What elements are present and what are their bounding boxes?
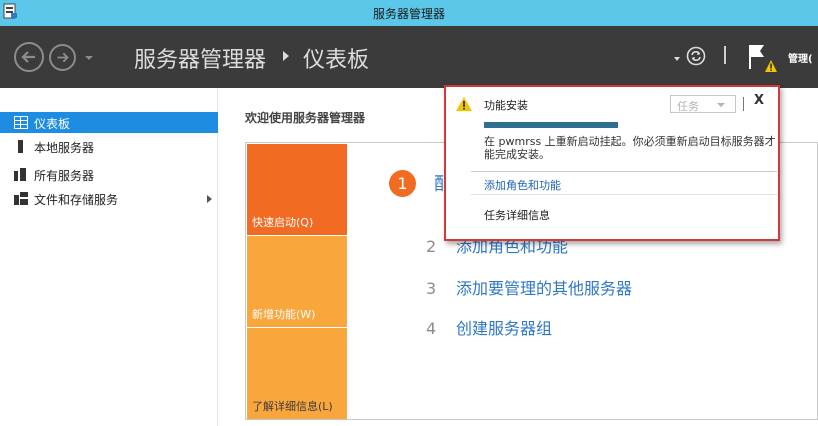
back-button[interactable] (14, 42, 44, 72)
add-roles-features-link[interactable]: 添加角色和功能 (484, 177, 561, 193)
warning-icon (456, 97, 472, 111)
local-server-icon (18, 140, 23, 153)
chevron-down-icon (717, 103, 725, 107)
step-1-number: 1 (389, 170, 416, 197)
close-button[interactable]: X (754, 93, 764, 108)
notification-flag-icon[interactable] (746, 42, 780, 74)
notification-title: 功能安装 (484, 99, 528, 112)
tile-whats-new[interactable]: 新增功能(W) (247, 236, 347, 327)
popup-separator (471, 171, 777, 172)
progress-fill (484, 122, 618, 128)
all-servers-icon (14, 168, 26, 181)
manage-menu[interactable]: 管理( (788, 50, 813, 65)
step-number: 2 (426, 237, 437, 256)
tile-label: 快速启动(Q) (252, 216, 314, 229)
step-4[interactable]: 4 创建服务器组 (426, 315, 552, 339)
sidebar-item-file-storage[interactable]: 文件和存储服务 (0, 188, 218, 209)
refresh-dropdown-icon[interactable] (674, 57, 680, 61)
tile-learn-more[interactable]: 了解详细信息(L) (247, 328, 347, 419)
sidebar-item-label: 所有服务器 (34, 169, 95, 183)
refresh-icon[interactable] (686, 46, 706, 66)
sidebar: 仪表板 本地服务器 所有服务器 文件和存储服务 (0, 88, 218, 426)
notification-message: 在 pwmrss 上重新启动挂起。你必须重新启动目标服务器才能完成安装。 (484, 135, 776, 161)
breadcrumb-app[interactable]: 服务器管理器 (134, 42, 266, 74)
sidebar-item-label: 文件和存储服务 (34, 193, 119, 207)
sidebar-item-local-server[interactable]: 本地服务器 (0, 136, 218, 157)
popup-separator (471, 194, 777, 195)
sidebar-item-all-servers[interactable]: 所有服务器 (0, 164, 218, 185)
step-number: 3 (426, 279, 437, 298)
dashboard-icon (14, 116, 28, 129)
task-dropdown[interactable]: 任务 (670, 95, 736, 113)
tile-quick-start[interactable]: 快速启动(Q) (247, 144, 347, 235)
popup-divider (743, 97, 744, 111)
task-dropdown-label: 任务 (677, 100, 699, 113)
notification-popup: 功能安装 任务 X 在 pwmrss 上重新启动挂起。你必须重新启动目标服务器才… (444, 85, 780, 241)
history-dropdown-icon[interactable] (85, 56, 93, 60)
title-bar: 服务器管理器 (0, 0, 818, 26)
step-link[interactable]: 添加要管理的其他服务器 (456, 279, 632, 298)
breadcrumb-page: 仪表板 (303, 48, 370, 73)
sidebar-item-label: 仪表板 (34, 117, 71, 131)
arrow-right-icon (57, 52, 69, 63)
sidebar-item-label: 本地服务器 (34, 141, 95, 155)
welcome-title: 欢迎使用服务器管理器 (245, 111, 366, 125)
forward-button[interactable] (49, 44, 76, 71)
task-details-link[interactable]: 任务详细信息 (484, 207, 550, 223)
header-bar: 服务器管理器 仪表板 管理( (0, 26, 818, 88)
arrow-left-icon (21, 51, 35, 63)
file-storage-icon (14, 192, 28, 205)
tile-label: 了解详细信息(L) (252, 400, 333, 413)
header-divider (724, 46, 726, 64)
sidebar-item-dashboard[interactable]: 仪表板 (0, 112, 218, 133)
window-title: 服务器管理器 (372, 7, 445, 21)
install-progress-bar (484, 122, 618, 128)
chevron-right-icon (207, 195, 212, 203)
step-number: 4 (426, 319, 437, 338)
step-3[interactable]: 3 添加要管理的其他服务器 (426, 275, 632, 299)
step-link[interactable]: 创建服务器组 (456, 319, 552, 338)
breadcrumb-separator-icon (283, 51, 289, 61)
tile-label: 新增功能(W) (252, 308, 316, 321)
